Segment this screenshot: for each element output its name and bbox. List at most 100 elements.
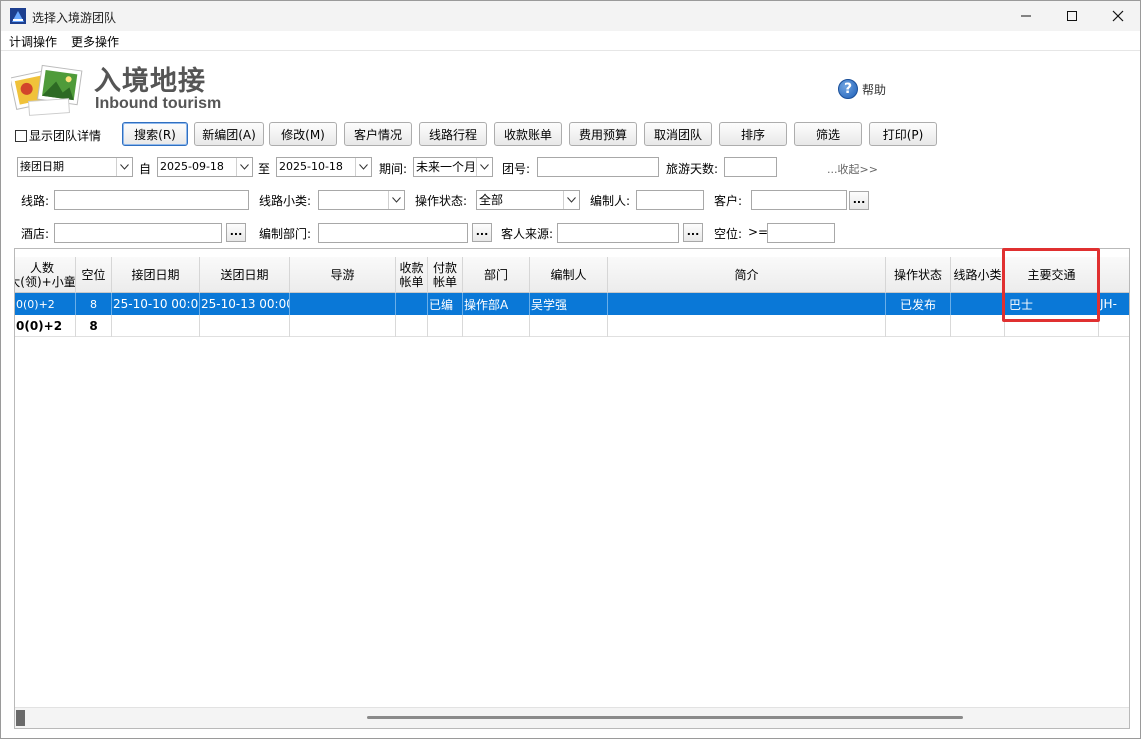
maximize-icon: [1067, 11, 1077, 21]
edit-button[interactable]: 修改(M): [269, 122, 337, 146]
minimize-button[interactable]: [1003, 1, 1049, 31]
col-receipt-bill[interactable]: 收款 帐单: [396, 257, 428, 293]
route-itinerary-button[interactable]: 线路行程: [419, 122, 487, 146]
search-button[interactable]: 搜索(R): [122, 122, 188, 146]
route-input[interactable]: [54, 190, 249, 210]
budget-button[interactable]: 费用预算: [569, 122, 637, 146]
route-sub-select[interactable]: [318, 190, 405, 210]
photos-logo-icon: [11, 64, 83, 116]
vacancy-input[interactable]: [767, 223, 835, 243]
dept-input[interactable]: [318, 223, 468, 243]
cell-guide: [290, 293, 396, 315]
date-to-value: 2025-10-18: [279, 160, 343, 173]
vacancy-op: >=: [748, 225, 769, 239]
col-people[interactable]: 人数 大(领)+小童: [15, 257, 76, 293]
col-route-sub[interactable]: 线路小类: [951, 257, 1005, 293]
col-start-date[interactable]: 接团日期: [112, 257, 200, 293]
summary-cell: [396, 315, 428, 337]
col-op-status[interactable]: 操作状态: [886, 257, 951, 293]
summary-cell: [951, 315, 1005, 337]
minimize-icon: [1021, 15, 1031, 17]
col-intro[interactable]: 简介: [608, 257, 886, 293]
table-row[interactable]: 0(0)+2 8 25-10-10 00:00 25-10-13 00:00 已…: [15, 293, 1129, 315]
summary-cell: [428, 315, 463, 337]
receipt-bill-button[interactable]: 收款账单: [494, 122, 562, 146]
source-browse-button[interactable]: ...: [683, 223, 703, 242]
source-label: 客人来源:: [501, 227, 554, 241]
date-type-value: 接团日期: [20, 160, 64, 173]
summary-vacancy: 8: [76, 315, 112, 337]
group-no-label: 团号:: [502, 162, 531, 176]
hotel-input[interactable]: [54, 223, 222, 243]
show-details-checkbox[interactable]: 显示团队详情: [15, 127, 101, 144]
filter-button[interactable]: 筛选: [794, 122, 862, 146]
table-header: 人数 大(领)+小童 空位 接团日期 送团日期 导游 收款 帐单 付款 帐单 部…: [15, 257, 1129, 293]
sort-button[interactable]: 排序: [719, 122, 787, 146]
menu-more[interactable]: 更多操作: [71, 33, 119, 50]
window-title: 选择入境游团队: [32, 11, 117, 25]
source-input[interactable]: [557, 223, 679, 243]
checkbox-box[interactable]: [15, 129, 27, 142]
cell-route-sub: [951, 293, 1005, 315]
horizontal-scrollbar[interactable]: [15, 707, 1129, 728]
chevron-down-icon: [236, 158, 252, 176]
col-end-date[interactable]: 送团日期: [200, 257, 290, 293]
hotel-browse-button[interactable]: ...: [226, 223, 246, 242]
col-extra[interactable]: [1099, 257, 1129, 293]
group-no-input[interactable]: [537, 157, 659, 177]
tour-days-input[interactable]: [724, 157, 777, 177]
chevron-down-icon: [388, 191, 404, 209]
chevron-down-icon: [476, 158, 492, 176]
col-editor[interactable]: 编制人: [530, 257, 608, 293]
cell-receipt-bill: [396, 293, 428, 315]
summary-cell: [886, 315, 951, 337]
dept-browse-button[interactable]: ...: [472, 223, 492, 242]
summary-cell: [200, 315, 290, 337]
scrollbar-thumb[interactable]: [367, 716, 963, 719]
chevron-down-icon: [563, 191, 579, 209]
new-group-button[interactable]: 新编团(A): [194, 122, 264, 146]
cell-intro: [608, 293, 886, 315]
period-select[interactable]: 未来一个月: [413, 157, 493, 177]
vacancy-label: 空位:: [714, 227, 743, 241]
scrollbar-left-handle[interactable]: [16, 710, 25, 726]
editor-label: 编制人:: [590, 194, 631, 208]
close-button[interactable]: [1095, 1, 1141, 31]
route-label: 线路:: [21, 194, 50, 208]
print-button[interactable]: 打印(P): [869, 122, 937, 146]
period-value: 未来一个月: [416, 160, 477, 174]
help-label: 帮助: [862, 82, 887, 97]
op-status-select[interactable]: 全部: [476, 190, 580, 210]
date-type-select[interactable]: 接团日期: [17, 157, 133, 177]
cell-editor: 吴学强: [530, 293, 608, 315]
chevron-down-icon: [355, 158, 371, 176]
summary-people: 0(0)+2: [15, 315, 76, 337]
cell-payment-bill: 已编: [428, 293, 463, 315]
customer-browse-button[interactable]: ...: [849, 191, 869, 210]
app-icon: [10, 8, 26, 24]
show-details-label: 显示团队详情: [29, 129, 102, 143]
customer-info-button[interactable]: 客户情况: [344, 122, 412, 146]
help-link[interactable]: ? 帮助: [838, 79, 886, 99]
highlight-box: [1002, 248, 1100, 322]
op-status-label: 操作状态:: [415, 194, 468, 208]
op-status-value: 全部: [479, 193, 504, 207]
col-guide[interactable]: 导游: [290, 257, 396, 293]
col-dept[interactable]: 部门: [463, 257, 530, 293]
date-to-picker[interactable]: 2025-10-18: [276, 157, 372, 177]
col-payment-bill[interactable]: 付款 帐单: [428, 257, 463, 293]
col-vacancy[interactable]: 空位: [76, 257, 112, 293]
collapse-link[interactable]: ...收起>>: [827, 161, 878, 177]
group-table: 人数 大(领)+小童 空位 接团日期 送团日期 导游 收款 帐单 付款 帐单 部…: [14, 248, 1130, 729]
hotel-label: 酒店:: [21, 227, 50, 241]
editor-input[interactable]: [636, 190, 704, 210]
cell-start-date: 25-10-10 00:00: [112, 293, 200, 315]
maximize-button[interactable]: [1049, 1, 1095, 31]
cancel-group-button[interactable]: 取消团队: [644, 122, 712, 146]
customer-input[interactable]: [751, 190, 847, 210]
cell-extra: JH-: [1100, 297, 1117, 311]
summary-cell: [112, 315, 200, 337]
date-from-picker[interactable]: 2025-09-18: [157, 157, 253, 177]
route-sub-label: 线路小类:: [259, 194, 312, 208]
menu-dispatch[interactable]: 计调操作: [9, 33, 57, 50]
